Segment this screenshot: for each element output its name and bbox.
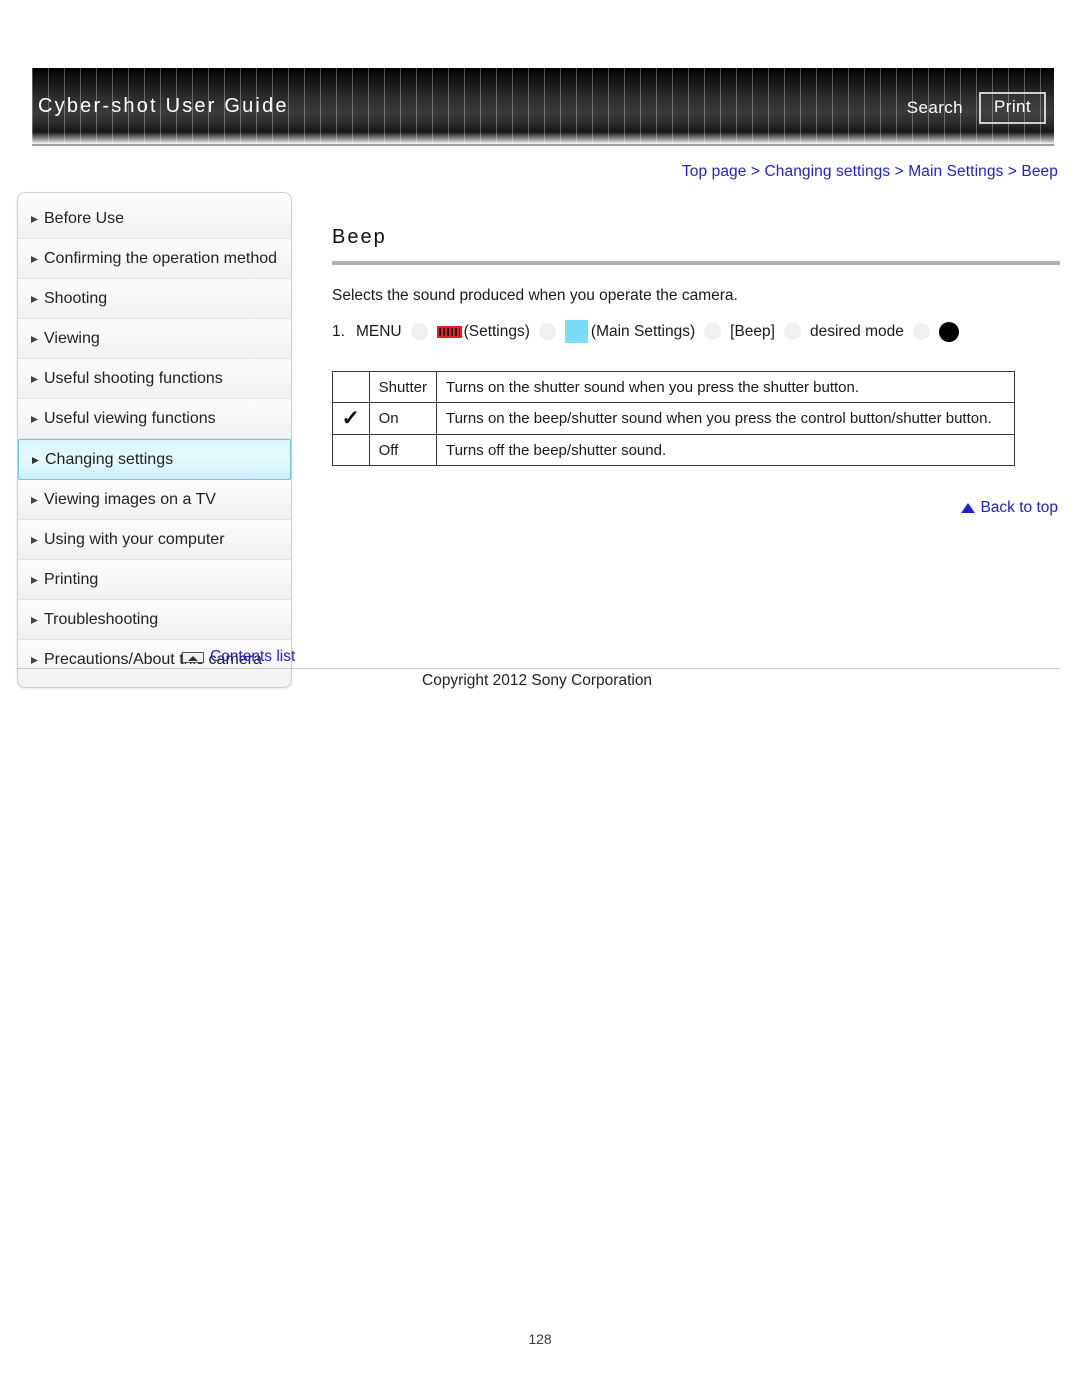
sidebar-item-label: Viewing images on a TV [44, 491, 216, 508]
table-cell-check [332, 371, 370, 403]
sidebar-item-viewing[interactable]: Viewing [18, 319, 291, 359]
sidebar-item-label: Troubleshooting [44, 611, 159, 628]
menu-label: MENU [355, 322, 402, 340]
sidebar-item-label: Before Use [44, 210, 125, 227]
chevron-right-icon [30, 656, 44, 665]
contents-list-icon [182, 651, 204, 663]
step-number: 1. [332, 322, 345, 340]
back-to-top-label: Back to top [980, 499, 1058, 516]
beep-label: [Beep] [730, 322, 775, 340]
print-button[interactable]: Print [979, 92, 1046, 124]
sidebar-item-label: Using with your computer [44, 531, 225, 548]
main-settings-icon [564, 320, 588, 343]
black-dot-icon [938, 321, 959, 342]
sidebar-item-printing[interactable]: Printing [18, 560, 291, 600]
arrow-separator-icon [410, 323, 428, 340]
chevron-right-icon [30, 496, 44, 505]
page-title: Beep [332, 226, 387, 248]
sidebar-item-troubleshooting[interactable]: Troubleshooting [18, 600, 291, 640]
settings-toolbox-icon [436, 325, 462, 338]
breadcrumb[interactable]: Top page > Changing settings > Main Sett… [682, 163, 1058, 181]
title-divider [332, 261, 1060, 265]
chevron-right-icon [30, 255, 44, 264]
main-settings-label: (Main Settings) [590, 322, 696, 340]
intro-text: Selects the sound produced when you oper… [332, 287, 738, 304]
settings-label: (Settings) [463, 322, 530, 340]
site-title: Cyber-shot User Guide [38, 95, 289, 117]
sidebar-item-label: Useful shooting functions [44, 370, 223, 387]
table-cell-description: Turns on the beep/shutter sound when you… [435, 402, 1016, 435]
chevron-right-icon [30, 576, 44, 585]
sidebar-item-useful-shooting-functions[interactable]: Useful shooting functions [18, 359, 291, 399]
sidebar-item-useful-viewing-functions[interactable]: Useful viewing functions [18, 399, 291, 439]
table-cell-name: Shutter [368, 371, 437, 403]
options-table: Shutter Turns on the shutter sound when … [332, 371, 1016, 466]
chevron-right-icon [30, 375, 44, 384]
sidebar-item-before-use[interactable]: Before Use [18, 199, 291, 239]
sidebar-item-label: Printing [44, 571, 99, 588]
step-instruction: 1. MENU (Settings) (Main Settings) [Beep… [332, 320, 1060, 343]
table-row: Shutter Turns on the shutter sound when … [332, 371, 1016, 403]
table-cell-check: ✓ [332, 402, 370, 435]
chevron-right-icon [30, 415, 44, 424]
sidebar-item-label: Changing settings [45, 451, 174, 468]
main-content: Beep Selects the sound produced when you… [332, 226, 1060, 466]
table-cell-name: Off [368, 434, 437, 466]
table-row: ✓ On Turns on the beep/shutter sound whe… [332, 402, 1016, 435]
document-page: Cyber-shot User Guide Search Print Top p… [0, 0, 1080, 1397]
chevron-right-icon [31, 456, 45, 465]
copyright-text: Copyright 2012 Sony Corporation [422, 672, 653, 689]
header-divider [32, 144, 1054, 146]
table-cell-description: Turns off the beep/shutter sound. [435, 434, 1016, 466]
arrow-separator-icon [704, 323, 722, 340]
sidebar-item-label: Shooting [44, 290, 108, 307]
sidebar-item-label: Viewing [44, 330, 100, 347]
table-row: Off Turns off the beep/shutter sound. [332, 434, 1016, 466]
chevron-right-icon [30, 295, 44, 304]
table-cell-name: On [368, 402, 437, 435]
sidebar-item-label: Useful viewing functions [44, 410, 216, 427]
header-actions: Search Print [905, 92, 1046, 124]
contents-list-link[interactable]: Contents list [182, 648, 295, 666]
table-cell-check [332, 434, 370, 466]
sidebar-item-using-with-your-computer[interactable]: Using with your computer [18, 520, 291, 560]
chevron-right-icon [30, 536, 44, 545]
site-header: Cyber-shot User Guide Search Print [32, 68, 1054, 144]
chevron-right-icon [30, 215, 44, 224]
arrow-separator-icon [538, 323, 556, 340]
page-number: 128 [528, 1331, 552, 1347]
sidebar-item-shooting[interactable]: Shooting [18, 279, 291, 319]
arrow-separator-icon [783, 323, 801, 340]
search-button[interactable]: Search [905, 96, 965, 120]
contents-list-label: Contents list [210, 648, 296, 665]
sidebar-item-changing-settings[interactable]: Changing settings [18, 439, 291, 480]
desired-mode-label: desired mode [809, 322, 904, 340]
checkmark-icon: ✓ [341, 407, 361, 430]
triangle-up-icon [961, 503, 976, 513]
sidebar-navigation: Before Use Confirming the operation meth… [17, 192, 292, 688]
arrow-separator-icon [912, 323, 930, 340]
back-to-top-link[interactable]: Back to top [961, 499, 1058, 517]
sidebar-item-confirming-operation-method[interactable]: Confirming the operation method [18, 239, 291, 279]
sidebar-item-viewing-images-on-a-tv[interactable]: Viewing images on a TV [18, 480, 291, 520]
chevron-right-icon [30, 335, 44, 344]
table-cell-description: Turns on the shutter sound when you pres… [435, 371, 1016, 403]
chevron-right-icon [30, 616, 44, 625]
sidebar-item-label: Confirming the operation method [44, 250, 278, 267]
footer-divider [17, 668, 1060, 669]
